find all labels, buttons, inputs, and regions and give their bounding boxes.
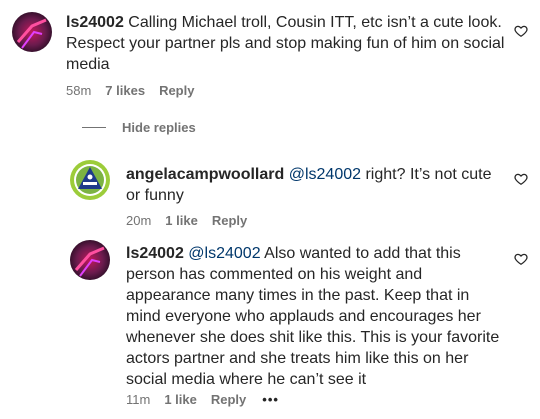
reply-likes[interactable]: 1 like <box>165 213 198 228</box>
avatar-image <box>12 12 52 52</box>
heart-outline-icon[interactable] <box>514 24 528 38</box>
avatar-image <box>70 160 110 200</box>
reply-button[interactable]: Reply <box>211 392 246 407</box>
comment-time: 58m <box>66 83 92 98</box>
reply-text: Also wanted to add that this person has … <box>126 245 500 388</box>
avatar[interactable] <box>70 160 110 200</box>
comment-username[interactable]: ls24002 <box>66 14 124 31</box>
reply-time: 11m <box>126 392 151 407</box>
reply-meta: 11m 1 like Reply ••• <box>126 392 279 407</box>
avatar[interactable] <box>12 12 52 52</box>
reply-mention[interactable]: @ls24002 <box>188 245 260 262</box>
comment-text: Calling Michael troll, Cousin ITT, etc i… <box>66 14 505 73</box>
comment-body: ls24002 Calling Michael troll, Cousin IT… <box>66 12 506 75</box>
comment-likes[interactable]: 7 likes <box>105 83 145 98</box>
hide-replies-label: Hide replies <box>122 120 196 135</box>
heart-outline-icon[interactable] <box>514 252 528 266</box>
reply-button[interactable]: Reply <box>212 213 247 228</box>
more-options-icon[interactable]: ••• <box>262 392 279 407</box>
comment-meta: 58m 7 likes Reply <box>66 83 194 98</box>
reply-time: 20m <box>126 213 152 228</box>
reply-button[interactable]: Reply <box>159 83 194 98</box>
reply-meta: 20m 1 like Reply <box>126 213 247 228</box>
reply-mention[interactable]: @ls24002 <box>289 166 361 183</box>
reply-username[interactable]: angelacampwoollard <box>126 166 284 183</box>
reply-body: ls24002 @ls24002 Also wanted to add that… <box>126 243 506 390</box>
divider-line <box>82 127 106 128</box>
reply-username[interactable]: ls24002 <box>126 245 184 262</box>
avatar-image <box>70 240 110 280</box>
reply-likes[interactable]: 1 like <box>164 392 197 407</box>
avatar[interactable] <box>70 240 110 280</box>
hide-replies-button[interactable]: Hide replies <box>82 120 196 135</box>
reply-body: angelacampwoollard @ls24002 right? It’s … <box>126 164 506 206</box>
heart-outline-icon[interactable] <box>514 172 528 186</box>
